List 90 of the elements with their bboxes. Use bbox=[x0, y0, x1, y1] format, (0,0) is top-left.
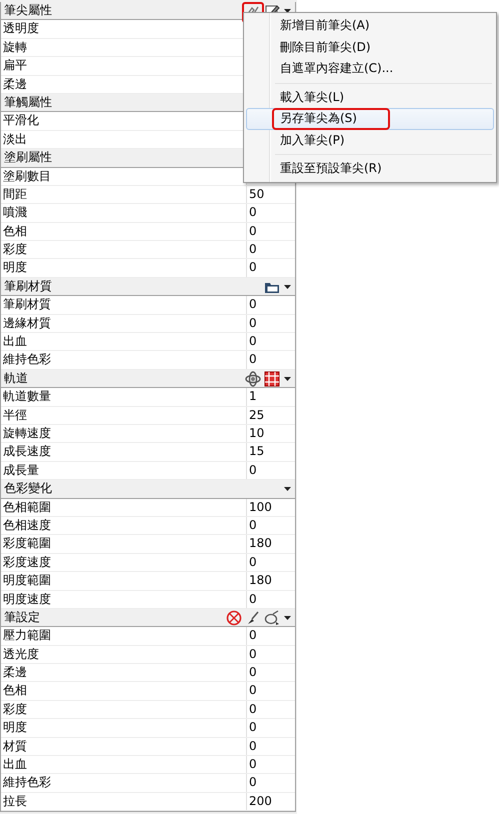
property-value[interactable]: 0 bbox=[246, 719, 295, 737]
property-name: 旋轉速度 bbox=[2, 424, 52, 442]
property-name: 旋轉 bbox=[2, 38, 28, 56]
property-value[interactable]: 200 bbox=[246, 792, 295, 810]
property-name: 出血 bbox=[2, 756, 28, 774]
property-name: 成長量 bbox=[2, 462, 40, 479]
section-title: 筆觸屬性 bbox=[4, 94, 52, 112]
property-value[interactable]: 0 bbox=[246, 259, 295, 277]
property-value[interactable]: 0 bbox=[246, 664, 295, 682]
property-name: 半徑 bbox=[2, 406, 28, 424]
menu-item[interactable]: 載入筆尖(L) bbox=[246, 86, 494, 108]
orbit-icon[interactable] bbox=[245, 370, 261, 386]
property-name: 邊緣材質 bbox=[2, 314, 52, 332]
property-name: 明度 bbox=[2, 719, 28, 736]
property-value[interactable]: 0 bbox=[246, 738, 295, 755]
section-title: 軌道 bbox=[4, 370, 28, 387]
menu-item[interactable]: 加入筆尖(P) bbox=[246, 130, 494, 151]
property-name: 透明度 bbox=[2, 20, 40, 38]
dropdown-arrow-icon[interactable] bbox=[283, 484, 292, 494]
property-value[interactable]: 180 bbox=[246, 535, 295, 553]
property-name: 筆刷材質 bbox=[2, 296, 52, 314]
property-value[interactable]: 0 bbox=[246, 222, 295, 240]
property-value[interactable]: 0 bbox=[246, 241, 295, 258]
property-name: 噴濺 bbox=[2, 204, 28, 222]
property-name: 明度範圍 bbox=[2, 572, 52, 590]
property-name: 明度速度 bbox=[2, 590, 52, 608]
property-name: 拉長 bbox=[2, 792, 28, 810]
section-title: 筆刷材質 bbox=[4, 278, 52, 296]
property-value[interactable]: 0 bbox=[246, 627, 295, 645]
property-value[interactable]: 0 bbox=[246, 333, 295, 350]
dropdown-arrow-icon[interactable] bbox=[283, 613, 292, 622]
section-title: 色彩變化 bbox=[4, 480, 52, 498]
property-value[interactable]: 0 bbox=[246, 682, 295, 700]
property-name: 色相 bbox=[2, 682, 28, 700]
property-name: 柔邊 bbox=[2, 76, 28, 93]
section-title: 筆設定 bbox=[4, 609, 40, 626]
property-value[interactable]: 15 bbox=[246, 443, 295, 461]
property-name: 壓力範圍 bbox=[2, 627, 52, 644]
property-value[interactable]: 0 bbox=[246, 204, 295, 222]
property-name: 維持色彩 bbox=[2, 351, 52, 368]
property-value[interactable]: 0 bbox=[246, 646, 295, 664]
pen-icon[interactable] bbox=[264, 610, 280, 626]
property-value[interactable]: 0 bbox=[246, 296, 295, 314]
menu-item[interactable]: 刪除目前筆尖(D) bbox=[246, 36, 494, 58]
section-title: 筆尖屬性 bbox=[4, 2, 52, 20]
property-name: 彩度 bbox=[2, 700, 28, 718]
dropdown-arrow-icon[interactable] bbox=[283, 282, 292, 292]
property-value[interactable]: 25 bbox=[246, 406, 295, 424]
property-value[interactable]: 0 bbox=[246, 351, 295, 369]
property-value[interactable]: 0 bbox=[246, 462, 295, 480]
property-name: 色相 bbox=[2, 222, 28, 240]
brush-icon[interactable] bbox=[245, 610, 261, 626]
property-name: 淡出 bbox=[2, 130, 28, 148]
menu-item[interactable]: 自遮罩內容建立(C)... bbox=[246, 58, 494, 80]
property-value[interactable]: 1 bbox=[246, 388, 295, 406]
property-value[interactable]: 0 bbox=[246, 756, 295, 774]
property-name: 材質 bbox=[2, 738, 28, 755]
property-value[interactable]: 0 bbox=[246, 590, 295, 608]
menu-item[interactable]: 重設至預設筆尖(R) bbox=[246, 158, 494, 180]
property-value[interactable]: 0 bbox=[246, 700, 295, 718]
property-value[interactable]: 0 bbox=[246, 314, 295, 332]
property-name: 彩度 bbox=[2, 241, 28, 258]
dropdown-arrow-icon[interactable] bbox=[283, 374, 292, 383]
property-name: 彩度速度 bbox=[2, 554, 52, 571]
property-name: 明度 bbox=[2, 259, 28, 276]
property-value[interactable]: 0 bbox=[246, 554, 295, 572]
property-name: 彩度範圍 bbox=[2, 535, 52, 552]
property-name: 出血 bbox=[2, 333, 28, 350]
property-name: 塗刷數目 bbox=[2, 168, 52, 185]
property-name: 軌道數量 bbox=[2, 388, 52, 406]
property-name: 色相範圍 bbox=[2, 498, 52, 516]
property-name: 維持色彩 bbox=[2, 774, 52, 792]
section-title: 塗刷屬性 bbox=[4, 149, 52, 166]
property-value[interactable]: 180 bbox=[246, 572, 295, 590]
menu-item[interactable]: 新增目前筆尖(A) bbox=[246, 15, 494, 36]
property-name: 成長速度 bbox=[2, 443, 52, 460]
property-value[interactable]: 10 bbox=[246, 424, 295, 442]
property-name: 間距 bbox=[2, 186, 28, 203]
property-name: 透光度 bbox=[2, 646, 40, 663]
property-name: 扁平 bbox=[2, 57, 28, 74]
property-value[interactable]: 0 bbox=[246, 516, 295, 534]
menu-item[interactable]: 另存筆尖為(S) bbox=[246, 108, 494, 130]
no-sign-icon[interactable] bbox=[226, 610, 242, 626]
property-value[interactable]: 0 bbox=[246, 774, 295, 792]
property-name: 色相速度 bbox=[2, 516, 52, 534]
property-value[interactable]: 100 bbox=[246, 498, 295, 516]
property-value[interactable]: 50 bbox=[246, 186, 295, 204]
property-name: 平滑化 bbox=[2, 112, 40, 130]
property-name: 柔邊 bbox=[2, 664, 28, 682]
grid-icon[interactable] bbox=[264, 370, 280, 386]
